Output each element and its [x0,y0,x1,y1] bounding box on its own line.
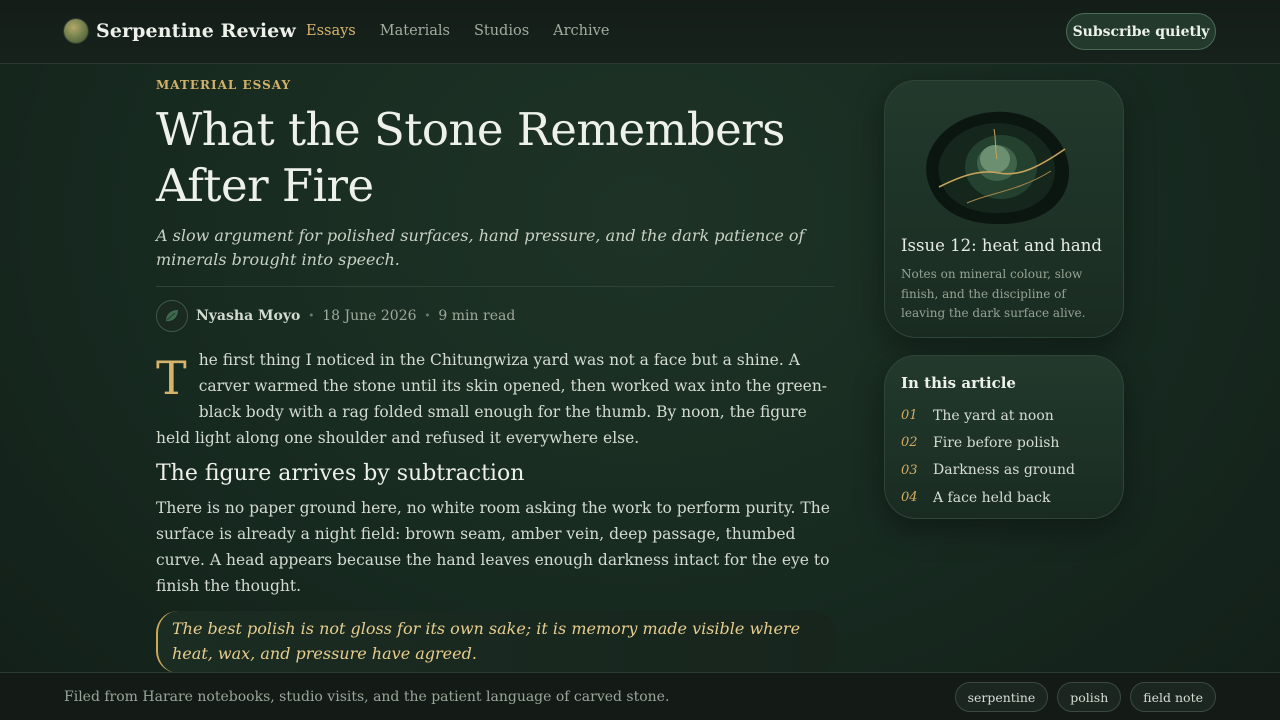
lede-paragraph: The first thing I noticed in the Chitung… [156,347,836,451]
toc-item[interactable]: 03 Darkness as ground [901,457,1075,484]
article-dek: A slow argument for polished surfaces, h… [156,226,805,269]
drop-cap: T [156,351,187,405]
nav-studios[interactable]: Studios [474,23,529,39]
issue-title: Issue 12: heat and hand [901,236,1102,255]
pull-quote: The best polish is not gloss for its own… [156,611,836,673]
brand[interactable]: Serpentine Review [64,19,296,43]
top-bar: Serpentine Review Essays Materials Studi… [0,0,1280,64]
toc-title: In this article [901,374,1016,392]
brand-name: Serpentine Review [96,20,296,42]
separator-dot: • [424,310,431,322]
nav-archive[interactable]: Archive [553,23,609,39]
author-avatar[interactable] [156,300,188,332]
toc-item[interactable]: 02 Fire before polish [901,429,1075,456]
tag-polish[interactable]: polish [1057,682,1122,712]
leaf-icon [166,310,178,322]
article: MATERIAL ESSAY What the Stone Remembers … [156,78,836,673]
article-kicker: MATERIAL ESSAY [156,78,292,92]
publish-date: 18 June 2026 [322,308,417,324]
byline: Nyasha Moyo • 18 June 2026 • 9 min read [156,300,836,332]
author-name[interactable]: Nyasha Moyo [196,308,300,324]
divider [156,286,834,287]
body-paragraph: There is no paper ground here, no white … [156,499,830,595]
tag-field-note[interactable]: field note [1130,682,1216,712]
brand-logo-icon [64,19,88,43]
footer: Filed from Harare notebooks, studio visi… [0,672,1280,720]
toc-number: 02 [901,435,918,451]
article-title: What the Stone Remembers After Fire [156,103,785,212]
issue-card[interactable]: Issue 12: heat and hand Notes on mineral… [884,80,1124,338]
section-heading: The figure arrives by subtraction [156,461,525,486]
stone-illustration-icon [926,111,1070,225]
toc-label: The yard at noon [933,407,1054,424]
toc-item[interactable]: 01 The yard at noon [901,402,1075,429]
read-time: 9 min read [438,308,516,324]
footer-note: Filed from Harare notebooks, studio visi… [64,689,670,705]
toc-label: A face held back [933,489,1051,506]
tag-list: serpentine polish field note [946,682,1216,712]
toc-number: 01 [901,408,918,424]
nav-materials[interactable]: Materials [380,23,450,39]
toc-label: Darkness as ground [933,462,1075,479]
toc-number: 04 [901,490,918,506]
issue-description: Notes on mineral colour, slow finish, an… [901,267,1086,320]
lede-text: he first thing I noticed in the Chitungw… [156,351,828,447]
main-nav: Essays Materials Studios Archive [306,23,633,39]
toc-label: Fire before polish [933,434,1060,451]
toc-item[interactable]: 04 A face held back [901,484,1075,511]
tag-serpentine[interactable]: serpentine [954,682,1049,712]
toc-number: 03 [901,462,918,478]
subscribe-button[interactable]: Subscribe quietly [1066,13,1216,50]
separator-dot: • [308,310,315,322]
table-of-contents: In this article 01 The yard at noon 02 Fir… [884,355,1124,519]
nav-essays[interactable]: Essays [306,23,356,39]
toc-list: 01 The yard at noon 02 Fire before polish … [901,402,1075,511]
